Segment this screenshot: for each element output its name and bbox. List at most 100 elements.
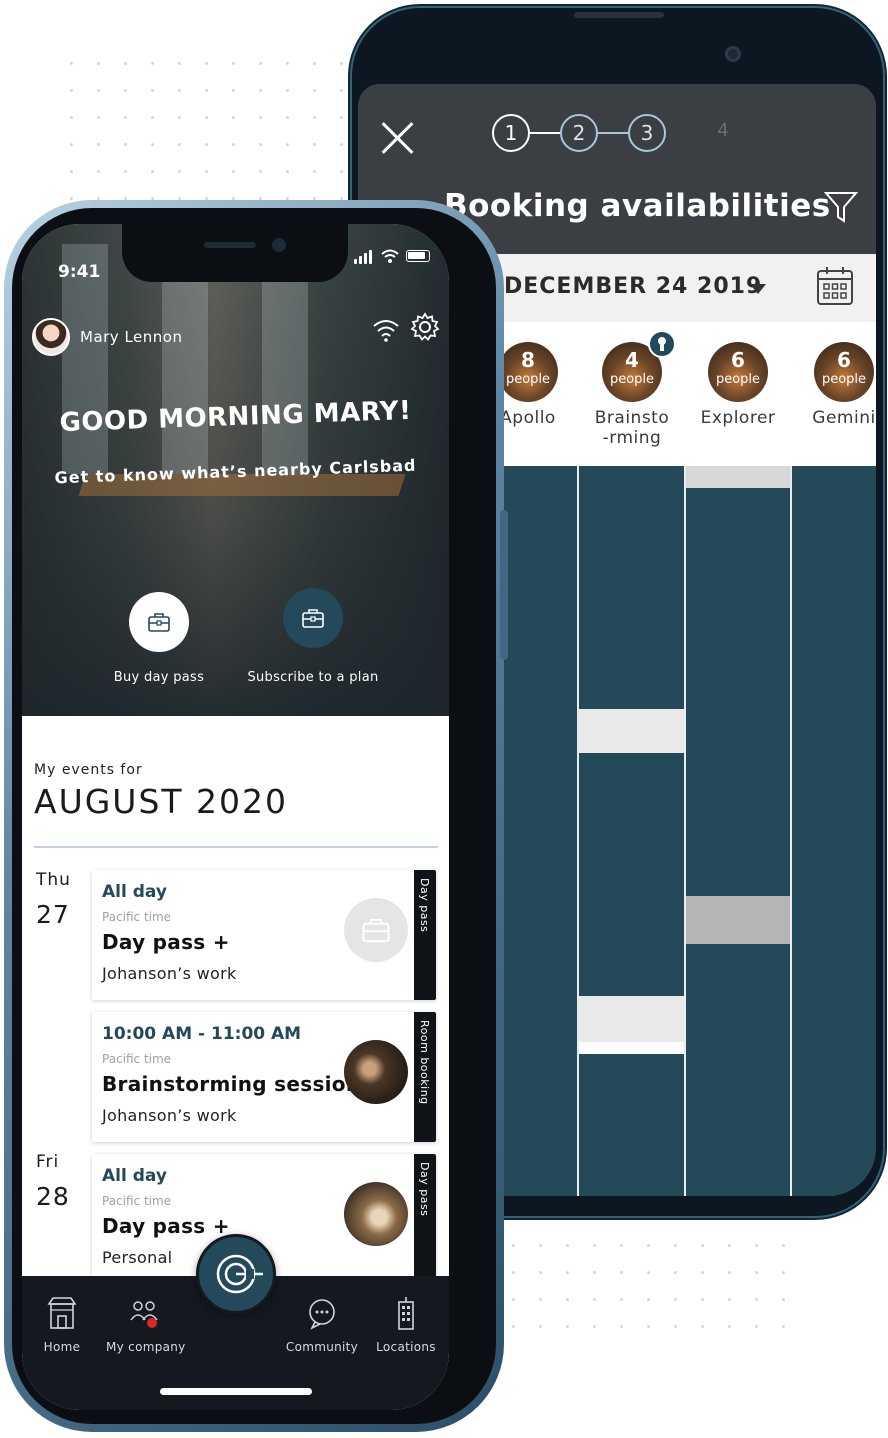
- booked-slot[interactable]: [579, 996, 684, 1042]
- user-name: Mary Lennon: [80, 328, 183, 346]
- day-name: Thu: [36, 870, 71, 890]
- lock-icon: [648, 330, 676, 358]
- status-icons: [354, 248, 434, 266]
- event-location: Personal: [102, 1248, 173, 1267]
- day-name: Fri: [36, 1152, 60, 1172]
- battery-icon: [406, 250, 430, 262]
- home-screen: 9:41 Mary Lennon GOOD MORNING MARY! Get …: [22, 224, 449, 1410]
- front-camera: [725, 46, 741, 62]
- event-timezone: Pacific time: [102, 1052, 172, 1066]
- close-icon[interactable]: [380, 120, 416, 156]
- subscribe-plan-button[interactable]: Subscribe to a plan: [228, 588, 398, 685]
- day-number: 27: [36, 900, 70, 929]
- event-type-tag: Day pass: [414, 1154, 436, 1284]
- step-indicator: 1 2 3 4: [492, 114, 752, 154]
- tab-locations[interactable]: Locations: [368, 1296, 444, 1354]
- tag-label: Day pass: [418, 878, 431, 933]
- step-1[interactable]: 1: [492, 114, 530, 152]
- dot-pattern-decoration: [500, 1205, 790, 1350]
- divider: [34, 846, 438, 848]
- event-location: Johanson’s work: [102, 964, 237, 983]
- event-timezone: Pacific time: [102, 1194, 172, 1208]
- booked-slot[interactable]: [579, 709, 684, 753]
- tab-label: Home: [43, 1340, 81, 1354]
- day-number: 28: [36, 1182, 70, 1211]
- tab-label: Community: [285, 1340, 359, 1354]
- room-photo: 6 people: [708, 342, 768, 402]
- step-4[interactable]: 4: [704, 114, 742, 152]
- wifi-icon: [381, 249, 399, 263]
- event-timezone: Pacific time: [102, 910, 172, 924]
- events-header: My events for AUGUST 2020: [34, 762, 288, 821]
- calendar-icon[interactable]: [816, 266, 854, 306]
- speaker-grille: [204, 242, 256, 248]
- column-divider: [790, 466, 792, 1196]
- gear-icon[interactable]: [410, 312, 440, 342]
- main-action-button[interactable]: [196, 1234, 276, 1314]
- room-explorer[interactable]: 6 people Explorer: [684, 342, 792, 428]
- building-icon: [398, 1297, 414, 1330]
- tab-community[interactable]: Community: [284, 1296, 360, 1354]
- tag-label: Room booking: [418, 1020, 431, 1105]
- avatar[interactable]: [32, 318, 70, 356]
- filter-icon[interactable]: [824, 190, 858, 224]
- booked-slot[interactable]: [686, 466, 790, 488]
- selected-date[interactable]: DECEMBER 24 2019: [504, 274, 762, 299]
- briefcase-icon: [148, 613, 170, 632]
- step-2[interactable]: 2: [560, 114, 598, 152]
- room-brainstorming[interactable]: 4 people Brainsto-rming: [578, 342, 686, 448]
- side-button: [500, 510, 508, 660]
- wifi-icon[interactable]: [372, 318, 400, 342]
- tab-label: Locations: [376, 1340, 436, 1354]
- booked-slot[interactable]: [686, 896, 790, 944]
- booked-slot[interactable]: [579, 1042, 684, 1054]
- tab-home[interactable]: Home: [24, 1296, 100, 1354]
- home-indicator: [160, 1388, 312, 1395]
- room-gemini[interactable]: 6 people Gemini: [790, 342, 876, 428]
- event-time: All day: [102, 882, 167, 902]
- page-title: Booking availabilities: [444, 188, 831, 224]
- event-card[interactable]: All day Pacific time Day pass + Johanson…: [92, 870, 436, 1000]
- status-time: 9:41: [58, 262, 101, 282]
- events-month: AUGUST 2020: [34, 782, 289, 821]
- tab-my-company[interactable]: My company: [106, 1296, 185, 1354]
- event-time: All day: [102, 1166, 167, 1186]
- event-type-tag: Room booking: [414, 1012, 436, 1142]
- column-divider: [684, 466, 686, 1196]
- logo-icon: [216, 1254, 263, 1294]
- bottom-tab-bar: Home My company Community Locations: [22, 1234, 449, 1410]
- front-phone-device: 9:41 Mary Lennon GOOD MORNING MARY! Get …: [4, 200, 508, 1432]
- action-label: Buy day pass: [113, 670, 205, 685]
- event-title: Brainstorming session: [102, 1072, 361, 1096]
- day-label-fri: Fri 28: [36, 1152, 70, 1211]
- event-card[interactable]: 10:00 AM - 11:00 AM Pacific time Brainst…: [92, 1012, 436, 1142]
- day-label-thu: Thu 27: [36, 870, 71, 929]
- briefcase-icon[interactable]: [283, 588, 343, 648]
- chevron-down-icon[interactable]: [750, 284, 766, 294]
- tag-label: Day pass: [418, 1162, 431, 1217]
- step-connector: [598, 132, 628, 134]
- hero-banner: 9:41 Mary Lennon GOOD MORNING MARY! Get …: [22, 224, 449, 716]
- front-camera: [272, 238, 286, 252]
- event-location: Johanson’s work: [102, 1106, 237, 1125]
- action-label: Subscribe to a plan: [247, 670, 379, 685]
- step-connector: [530, 132, 560, 134]
- notch: [122, 224, 348, 282]
- event-title: Day pass +: [102, 1214, 230, 1238]
- event-title: Day pass +: [102, 930, 230, 954]
- room-name: Gemini: [812, 408, 876, 428]
- chat-icon: [309, 1299, 335, 1330]
- briefcase-icon[interactable]: [129, 592, 189, 652]
- briefcase-icon: [362, 919, 390, 943]
- hero-actions: [372, 312, 442, 348]
- room-photo: 6 people: [814, 342, 874, 402]
- events-subtitle: My events for: [34, 762, 143, 778]
- store-icon: [47, 1297, 77, 1329]
- event-photo: [344, 1182, 408, 1246]
- room-name: Brainsto-rming: [594, 408, 670, 448]
- step-3[interactable]: 3: [628, 114, 666, 152]
- briefcase-icon: [344, 898, 408, 962]
- briefcase-icon: [302, 609, 324, 628]
- buy-day-pass-button[interactable]: Buy day pass: [74, 592, 244, 685]
- room-name: Explorer: [700, 408, 776, 428]
